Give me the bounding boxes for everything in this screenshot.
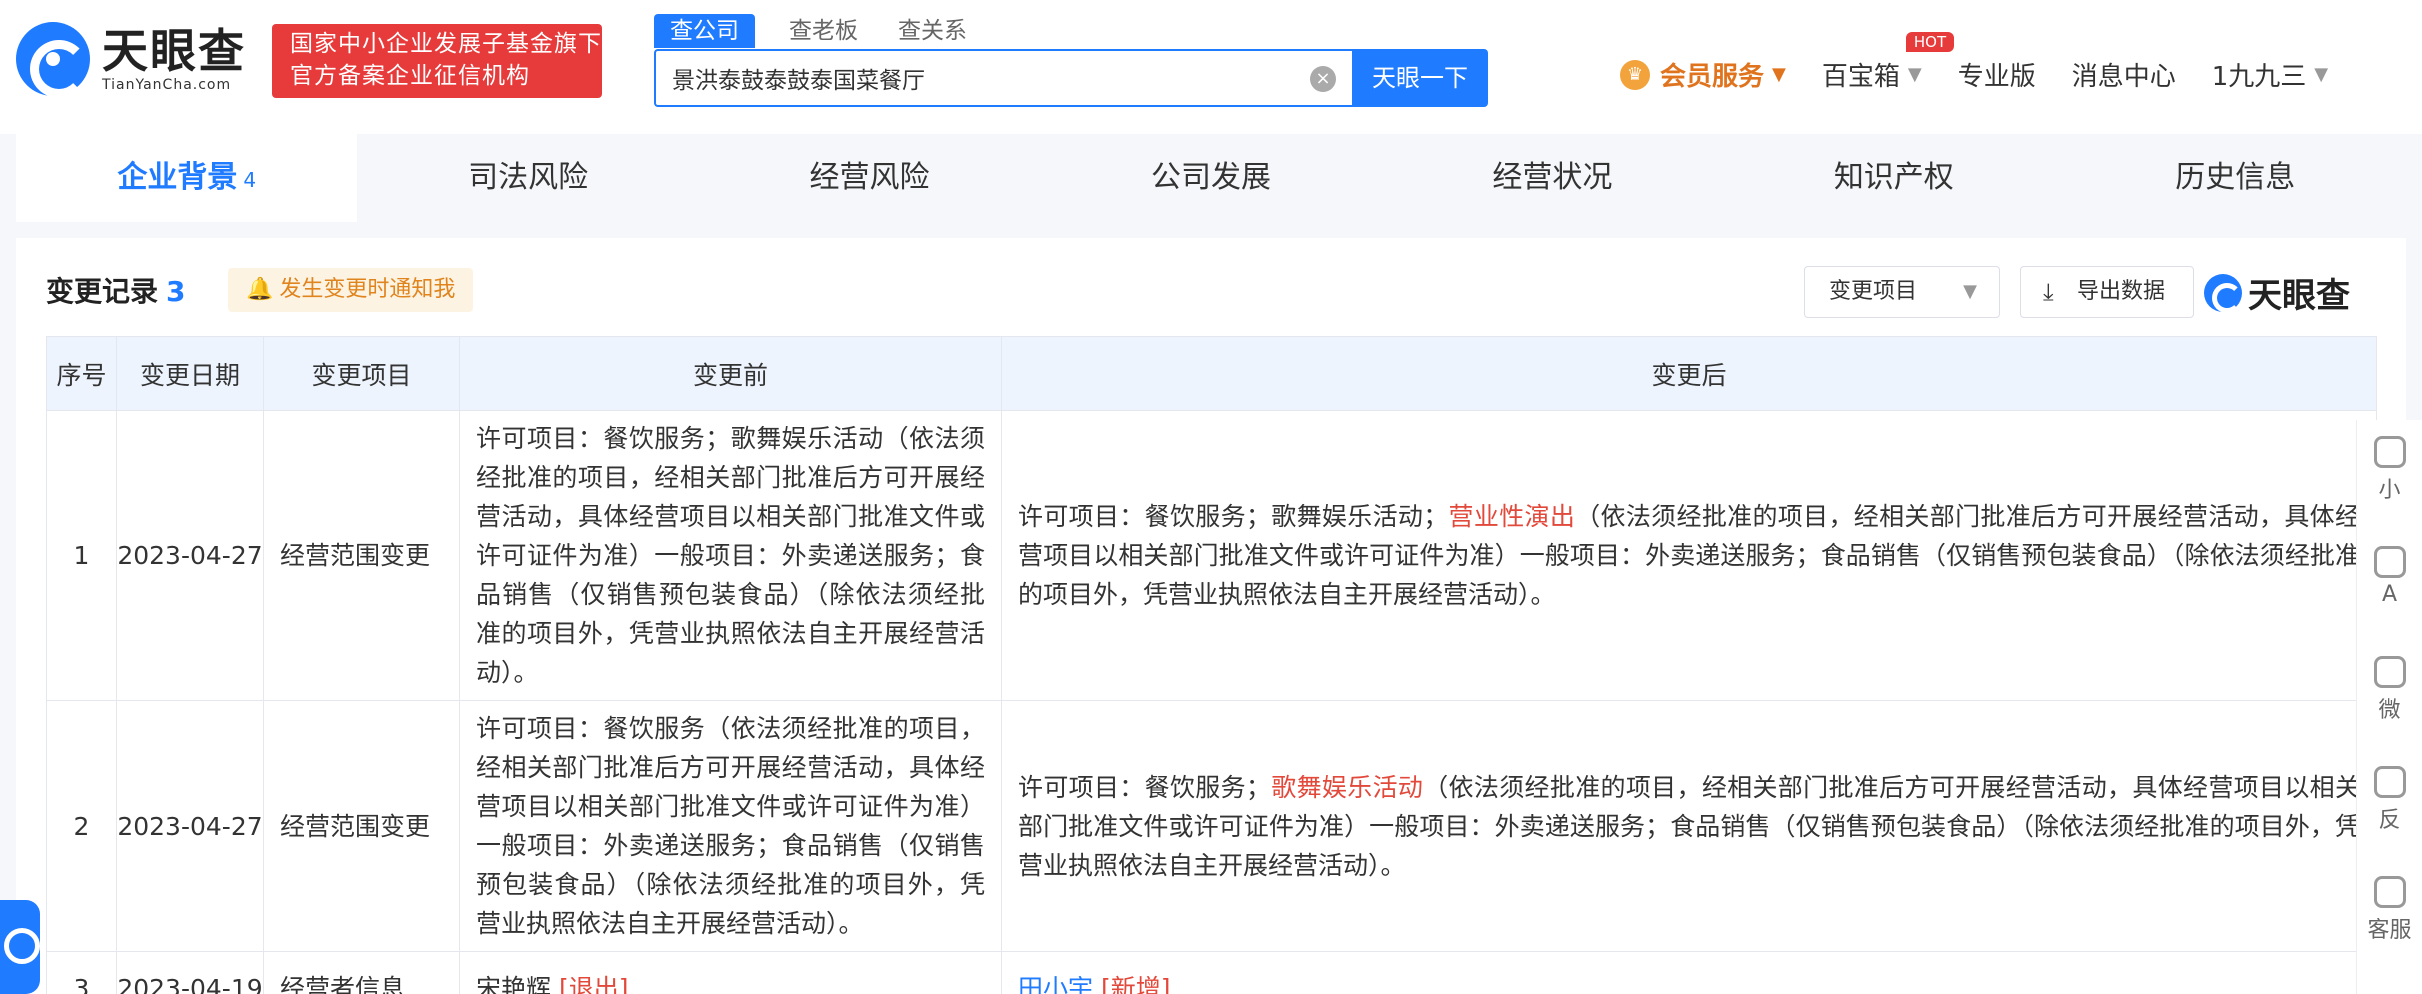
tab-history-info[interactable]: 历史信息: [2065, 134, 2406, 222]
col-after: 变更后: [1001, 336, 2377, 411]
cell-date: 2023-04-27: [116, 410, 264, 701]
col-index: 序号: [46, 336, 117, 411]
cell-after: 许可项目：餐饮服务；歌舞娱乐活动；营业性演出（依法须经批准的项目，经相关部门批准…: [1001, 410, 2377, 701]
tab-enterprise-background[interactable]: 企业背景 4: [16, 134, 358, 222]
table-row: 1 2023-04-27 经营范围变更 许可项目：餐饮服务；歌舞娱乐活动（依法须…: [46, 410, 2377, 701]
table-row: 3 2023-04-19 经营者信息 宋艳辉 [退出] 田小宇 [新增]: [46, 951, 2377, 994]
col-item: 变更项目: [263, 336, 460, 411]
hot-badge: HOT: [1905, 32, 1955, 52]
side-item-wechat[interactable]: 微: [2357, 640, 2422, 750]
cell-before: 宋艳辉 [退出]: [459, 951, 1002, 994]
cell-index: 3: [46, 951, 117, 994]
tab-count: 4: [243, 168, 257, 192]
notify-label: 发生变更时通知我: [279, 277, 456, 302]
person-link[interactable]: 宋艳辉: [476, 974, 551, 994]
user-menu[interactable]: 1九九三 ▼: [2212, 56, 2328, 93]
category-tabs: 企业背景 4 司法风险 经营风险 公司发展 经营状况 知识产权 历史信息: [16, 134, 2406, 222]
tab-intellectual-property[interactable]: 知识产权: [1723, 134, 2064, 222]
vip-service-menu[interactable]: ♛ 会员服务 ▼: [1620, 56, 1786, 93]
clear-icon[interactable]: ×: [1310, 66, 1336, 92]
side-item-app[interactable]: A: [2357, 530, 2422, 640]
caret-down-icon: ▼: [1963, 281, 1977, 302]
site-logo[interactable]: 天眼查 TianYanCha.com: [16, 22, 246, 98]
tab-label: 企业背景: [117, 160, 238, 195]
badge-line-2: 官方备案企业征信机构: [290, 63, 530, 89]
record-count: 3: [166, 275, 186, 308]
cell-after: 田小宇 [新增]: [1001, 951, 2377, 994]
headset-icon: [2373, 876, 2406, 908]
search-button[interactable]: 天眼一下: [1352, 49, 1488, 107]
notify-on-change-button[interactable]: 🔔 发生变更时通知我: [228, 268, 474, 312]
tab-operation-status[interactable]: 经营状况: [1382, 134, 1723, 222]
tianyancha-logo-icon: [16, 22, 90, 98]
floating-assistant-button[interactable]: [0, 900, 40, 994]
export-label: 导出数据: [2077, 279, 2166, 304]
tab-judicial-risk[interactable]: 司法风险: [357, 134, 698, 222]
highlighted-change: 营业性演出: [1448, 502, 1576, 531]
caret-down-icon: ▼: [1907, 64, 1922, 85]
vip-label: 会员服务: [1660, 62, 1765, 92]
toolbox-menu[interactable]: 百宝箱 ▼ HOT: [1821, 32, 1955, 93]
logo-domain: TianYanCha.com: [102, 77, 232, 93]
cell-item: 经营者信息: [263, 951, 460, 994]
tab-company-development[interactable]: 公司发展: [1040, 134, 1381, 222]
top-nav: ♛ 会员服务 ▼ 百宝箱 ▼ HOT 专业版 消息中心 1九九三 ▼: [1620, 32, 2364, 93]
change-record-table: 序号 变更日期 变更项目 变更前 变更后 1 2023-04-27 经营范围变更…: [46, 336, 2377, 994]
tab-search-company[interactable]: 查公司: [654, 14, 755, 48]
table-header-row: 序号 变更日期 变更项目 变更前 变更后: [46, 336, 2377, 411]
cell-before: 许可项目：餐饮服务；歌舞娱乐活动（依法须经批准的项目，经相关部门批准后方可开展经…: [459, 410, 1002, 701]
logo-title: 天眼查: [102, 24, 246, 78]
tab-operation-risk[interactable]: 经营风险: [699, 134, 1040, 222]
col-before: 变更前: [459, 336, 1002, 411]
cell-before: 许可项目：餐饮服务（依法须经批准的项目，经相关部门批准后方可开展经营活动，具体经…: [459, 700, 1002, 952]
caret-down-icon: ▼: [1772, 64, 1786, 85]
phone-icon: [2373, 546, 2406, 578]
toolbox-label: 百宝箱: [1821, 62, 1900, 92]
section-title: 变更记录 3: [46, 275, 186, 308]
cell-after: 许可项目：餐饮服务；歌舞娱乐活动（依法须经批准的项目，经相关部门批准后方可开展经…: [1001, 700, 2377, 952]
qr-code-icon: [2373, 656, 2406, 688]
tab-search-boss[interactable]: 查老板: [789, 14, 858, 48]
side-tool-rail: 小 A 微 反 客服: [2356, 420, 2422, 994]
crown-icon: ♛: [1620, 59, 1650, 90]
watermark-text: 天眼查: [2248, 276, 2350, 316]
watermark-logo: 天眼查: [2204, 268, 2350, 317]
caret-down-icon: ▼: [2314, 64, 2329, 85]
highlighted-change: 歌舞娱乐活动: [1270, 772, 1424, 802]
cell-index: 2: [46, 700, 117, 952]
tab-search-relation[interactable]: 查关系: [898, 14, 967, 48]
badge-line-1: 国家中小企业发展子基金旗下: [290, 31, 602, 57]
cell-item: 经营范围变更: [263, 700, 460, 952]
person-link[interactable]: 田小宇: [1018, 974, 1093, 994]
download-icon: ⤓: [2043, 278, 2054, 306]
tianyancha-logo-icon: [2204, 273, 2242, 313]
change-record-card: 变更记录 3 🔔 发生变更时通知我 变更项目 ▼ ⤓ 导出数据 天眼查 序号 变更日…: [16, 238, 2406, 994]
search-box: ×: [654, 49, 1352, 107]
exit-tag: [退出]: [558, 974, 629, 994]
search-type-tabs: 查公司 查老板 查关系: [654, 14, 1007, 48]
feedback-icon: [2373, 766, 2406, 798]
top-header: 天眼查 TianYanCha.com 国家中小企业发展子基金旗下 官方备案企业征…: [0, 0, 2422, 134]
export-data-button[interactable]: ⤓ 导出数据: [2020, 266, 2194, 318]
cell-date: 2023-04-27: [116, 700, 264, 952]
side-item-feedback[interactable]: 反: [2357, 750, 2422, 860]
table-row: 2 2023-04-27 经营范围变更 许可项目：餐饮服务（依法须经批准的项目，…: [46, 700, 2377, 952]
cell-date: 2023-04-19: [116, 951, 264, 994]
search-input[interactable]: [656, 51, 1276, 105]
bell-icon: 🔔: [246, 277, 274, 302]
user-name: 1九九三: [2211, 62, 2307, 92]
official-badge[interactable]: 国家中小企业发展子基金旗下 官方备案企业征信机构: [272, 24, 602, 98]
change-item-filter[interactable]: 变更项目 ▼: [1804, 266, 2000, 318]
cell-index: 1: [46, 410, 117, 701]
side-item-mini[interactable]: 小: [2357, 420, 2422, 530]
filter-label: 变更项目: [1829, 279, 1918, 304]
pro-version-link[interactable]: 专业版: [1958, 56, 2036, 93]
side-item-service[interactable]: 客服: [2357, 860, 2422, 970]
new-tag: [新增]: [1100, 974, 1171, 994]
message-center-link[interactable]: 消息中心: [2072, 56, 2176, 93]
mini-program-icon: [2373, 436, 2406, 468]
cell-item: 经营范围变更: [263, 410, 460, 701]
col-date: 变更日期: [116, 336, 264, 411]
